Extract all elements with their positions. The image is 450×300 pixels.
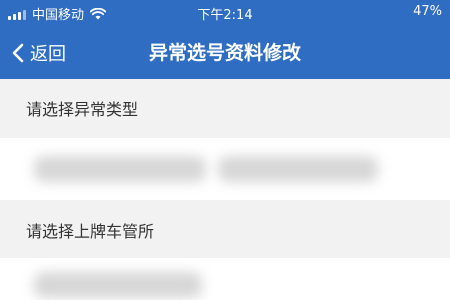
- status-bar: 中国移动 下午2:14 47%: [0, 0, 450, 26]
- vehicle-office-label: 请选择上牌车管所: [26, 222, 155, 241]
- redacted-value: [34, 156, 206, 182]
- abnormal-type-select[interactable]: [0, 138, 450, 200]
- page-title: 异常选号资料修改: [148, 42, 301, 64]
- nav-bar: 返回 异常选号资料修改: [0, 26, 450, 79]
- redacted-value: [34, 272, 202, 298]
- app-header: 中国移动 下午2:14 47% 返回 异常选号资料修改: [0, 0, 450, 79]
- status-time: 下午2:14: [197, 8, 253, 23]
- abnormal-type-label: 请选择异常类型: [26, 100, 139, 119]
- battery-percent: 47%: [413, 4, 442, 19]
- vehicle-office-select[interactable]: [0, 258, 450, 300]
- redacted-value: [218, 156, 378, 182]
